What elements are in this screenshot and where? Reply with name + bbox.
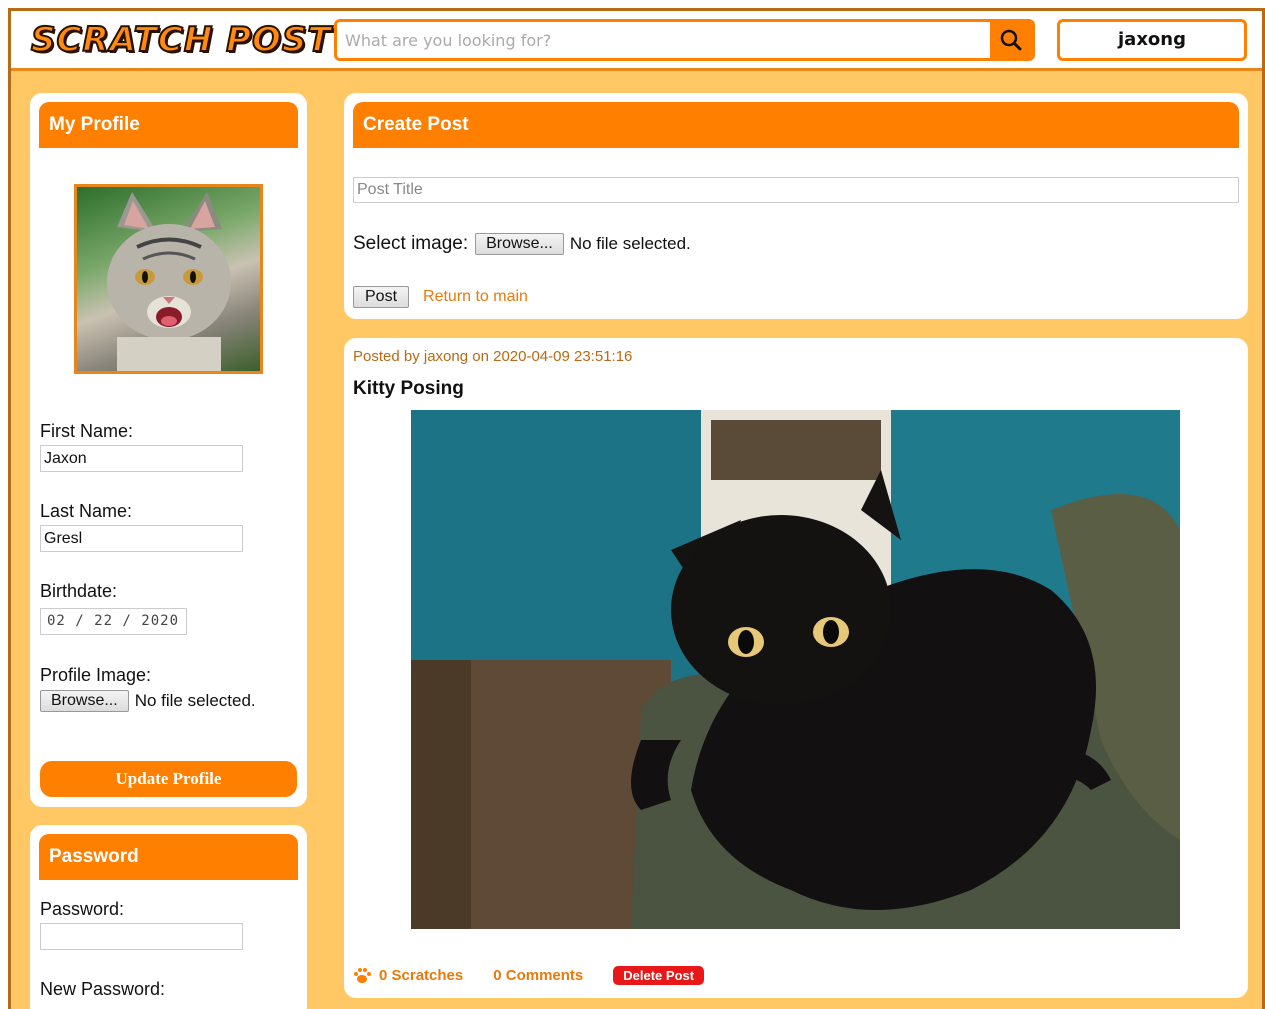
post-title: Kitty Posing — [353, 378, 464, 399]
post-browse-button[interactable]: Browse... — [475, 233, 564, 255]
password-field[interactable] — [40, 923, 243, 950]
post-card: Posted by jaxong on 2020-04-09 23:51:16 … — [344, 338, 1248, 998]
create-post-panel: Create Post Select image: Browse... No f… — [344, 93, 1248, 319]
paw-icon — [353, 967, 371, 985]
last-name-field[interactable]: Gresl — [40, 525, 243, 552]
birthdate-field[interactable]: 02 / 22 / 2020 — [40, 608, 187, 635]
return-to-main-link[interactable]: Return to main — [423, 288, 528, 306]
first-name-label: First Name: — [40, 421, 134, 441]
post-footer: 0 Scratches 0 Comments Delete Post — [353, 966, 705, 985]
password-panel: Password Password: New Password: — [30, 825, 307, 1009]
create-post-title: Create Post — [353, 102, 1239, 148]
select-image-row: Select image: Browse... No file selected… — [353, 233, 691, 255]
profile-no-file-text: No file selected. — [134, 691, 256, 710]
profile-avatar — [74, 184, 263, 374]
post-title-input[interactable] — [353, 177, 1239, 203]
top-bar: SCRATCH POST jaxong — [11, 11, 1262, 71]
search-bar — [334, 19, 1035, 61]
search-icon — [1000, 29, 1022, 51]
password-label: Password: — [40, 899, 125, 919]
profile-image-label: Profile Image: — [40, 665, 152, 685]
update-profile-button[interactable]: Update Profile — [40, 761, 297, 797]
first-name-field[interactable]: Jaxon — [40, 445, 243, 472]
post-no-file-text: No file selected. — [569, 234, 691, 253]
select-image-label: Select image: — [353, 233, 469, 254]
new-password-label: New Password: — [40, 979, 166, 999]
site-logo[interactable]: SCRATCH POST — [30, 19, 332, 61]
user-menu-button[interactable]: jaxong — [1057, 19, 1247, 61]
password-panel-title: Password — [39, 834, 298, 880]
scratches-link[interactable]: 0 Scratches — [379, 967, 463, 984]
search-button[interactable] — [990, 22, 1032, 58]
post-actions: Post Return to main — [353, 286, 528, 308]
search-input[interactable] — [337, 22, 990, 58]
post-image — [411, 410, 1180, 929]
birthdate-label: Birthdate: — [40, 581, 118, 601]
profile-image-picker: Browse... No file selected. — [40, 690, 256, 712]
post-button[interactable]: Post — [353, 286, 410, 308]
profile-browse-button[interactable]: Browse... — [40, 690, 129, 712]
app-frame: SCRATCH POST jaxong My Profile — [8, 8, 1265, 1009]
kitten-photo — [107, 192, 231, 371]
profile-panel-title: My Profile — [39, 102, 298, 148]
profile-panel: My Profile First Name: Jaxon Last Name: … — [30, 93, 307, 807]
comments-link[interactable]: 0 Comments — [493, 967, 583, 984]
black-cat-photo — [411, 410, 1180, 929]
post-meta: Posted by jaxong on 2020-04-09 23:51:16 — [353, 348, 633, 365]
last-name-label: Last Name: — [40, 501, 133, 521]
delete-post-button[interactable]: Delete Post — [613, 966, 705, 985]
